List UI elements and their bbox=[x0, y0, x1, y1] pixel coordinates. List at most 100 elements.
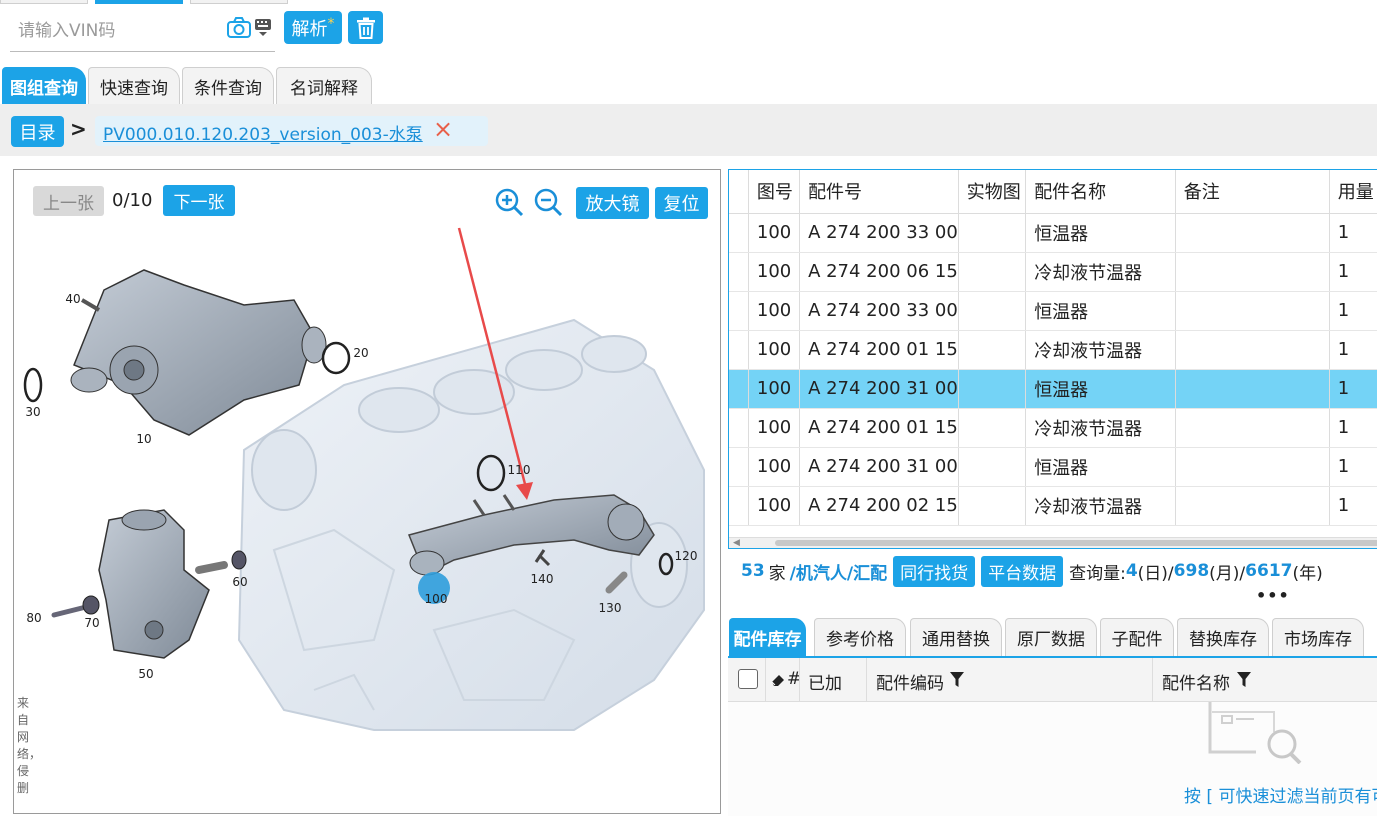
table-row[interactable]: 100 A 274 200 02 15 冷却液节温器 1 bbox=[729, 486, 1377, 526]
cell-part-no: A 274 200 01 15 bbox=[799, 408, 959, 448]
eraser-icon[interactable] bbox=[770, 672, 786, 688]
breadcrumb-close-icon[interactable]: × bbox=[433, 115, 453, 143]
col-part-name-inv[interactable]: 配件名称 bbox=[1162, 669, 1230, 694]
keyboard-icon[interactable] bbox=[254, 18, 272, 38]
row-index-cell bbox=[729, 408, 749, 448]
subtab-sub-parts[interactable]: 子配件 bbox=[1100, 618, 1174, 656]
parse-button[interactable]: 解析 * bbox=[284, 11, 342, 44]
cell-figure: 100 bbox=[748, 213, 801, 253]
table-row[interactable]: 100 A 274 200 33 00 恒温器 1 bbox=[729, 291, 1377, 331]
table-row[interactable]: 100 A 274 200 01 15 冷却液节温器 1 bbox=[729, 330, 1377, 370]
cell-photo bbox=[958, 330, 1027, 370]
row-index-cell bbox=[729, 291, 749, 331]
row-index-cell bbox=[729, 369, 749, 409]
callout-120: 120 bbox=[675, 549, 698, 563]
table-row[interactable]: 100 A 274 200 01 15 冷却液节温器 1 bbox=[729, 408, 1377, 448]
col-qty[interactable]: 用量 bbox=[1329, 170, 1377, 214]
query-year: 6617 bbox=[1245, 561, 1293, 581]
callout-30: 30 bbox=[25, 405, 40, 419]
breadcrumb-root-button[interactable]: 目录 bbox=[11, 116, 64, 147]
top-tab-2[interactable] bbox=[95, 0, 183, 4]
col-part-no[interactable]: 配件号 bbox=[799, 170, 959, 214]
watermark-side-text: 来自网络，侵删 bbox=[17, 696, 42, 795]
select-all-checkbox[interactable] bbox=[738, 669, 758, 689]
callout-60: 60 bbox=[232, 575, 247, 589]
cell-part-name: 冷却液节温器 bbox=[1025, 252, 1176, 292]
supplier-unit: 家 bbox=[768, 563, 786, 584]
subtab-oem-data[interactable]: 原厂数据 bbox=[1005, 618, 1097, 656]
subtab-reference-price[interactable]: 参考价格 bbox=[814, 618, 906, 656]
tab-condition-search[interactable]: 条件查询 bbox=[182, 67, 274, 104]
engine-parts-diagram[interactable]: 40 20 30 10 110 120 100 140 130 60 80 70… bbox=[14, 170, 721, 814]
tab-glossary[interactable]: 名词解释 bbox=[276, 67, 372, 104]
tab-quick-search[interactable]: 快速查询 bbox=[88, 67, 180, 104]
cell-part-no: A 274 200 31 00 bbox=[799, 447, 959, 487]
cell-photo bbox=[958, 486, 1027, 526]
cell-figure: 100 bbox=[748, 447, 801, 487]
filter-icon-name[interactable] bbox=[1237, 672, 1251, 688]
cell-photo bbox=[958, 447, 1027, 487]
table-horizontal-scrollbar[interactable]: ◀ bbox=[729, 537, 1377, 548]
tab-figure-group[interactable]: 图组查询 bbox=[2, 67, 86, 104]
peer-search-button[interactable]: 同行找货 bbox=[893, 555, 976, 587]
callout-40: 40 bbox=[65, 292, 80, 306]
platform-data-button[interactable]: 平台数据 bbox=[981, 555, 1064, 587]
parse-mark: * bbox=[327, 15, 335, 32]
col-part-name[interactable]: 配件名称 bbox=[1025, 170, 1176, 214]
cell-figure: 100 bbox=[748, 369, 801, 409]
subtab-replace-inventory[interactable]: 替换库存 bbox=[1177, 618, 1269, 656]
table-row[interactable]: 100 A 274 200 31 00 恒温器 1 bbox=[729, 447, 1377, 487]
query-day: 4 bbox=[1125, 561, 1138, 581]
callout-100: 100 bbox=[425, 592, 448, 606]
table-row[interactable]: 100 A 274 200 33 00 恒温器 1 bbox=[729, 213, 1377, 253]
query-day-unit: (日)/ bbox=[1137, 563, 1174, 584]
empty-data-icon bbox=[1208, 702, 1302, 764]
col-added[interactable]: 已加 bbox=[808, 669, 842, 694]
cell-note bbox=[1175, 486, 1330, 526]
col-photo[interactable]: 实物图 bbox=[958, 170, 1027, 214]
cell-part-name: 恒温器 bbox=[1025, 369, 1176, 409]
row-index-cell bbox=[729, 330, 749, 370]
subtab-market-inventory[interactable]: 市场库存 bbox=[1272, 618, 1364, 656]
camera-icon[interactable] bbox=[226, 16, 252, 40]
cell-figure: 100 bbox=[748, 486, 801, 526]
scrollbar-thumb[interactable] bbox=[775, 540, 1377, 546]
cell-note bbox=[1175, 213, 1330, 253]
callout-80: 80 bbox=[26, 611, 41, 625]
cell-part-no: A 274 200 33 00 bbox=[799, 213, 959, 253]
supplier-count: 53 bbox=[741, 561, 765, 581]
top-tab-3[interactable] bbox=[190, 0, 288, 4]
delete-button[interactable] bbox=[348, 11, 383, 44]
parts-table-panel: 图号 配件号 实物图 配件名称 备注 用量 100 A 274 200 33 00… bbox=[728, 169, 1377, 549]
col-part-code[interactable]: 配件编码 bbox=[876, 669, 944, 694]
supplier-sources[interactable]: /机汽人/汇配 bbox=[790, 559, 887, 584]
breadcrumb-current-link[interactable]: PV000.010.120.203_version_003-水泵 bbox=[103, 120, 423, 145]
filter-hint-text: 按 [ 可快速过滤当前页有可 bbox=[1184, 787, 1377, 807]
inventory-panel: # 已加 配件编码 配件名称 按 [ 可快速过滤当前页有可 bbox=[728, 656, 1377, 816]
scroll-left-icon[interactable]: ◀ bbox=[733, 538, 740, 548]
cell-figure: 100 bbox=[748, 252, 801, 292]
cell-qty: 1 bbox=[1329, 369, 1377, 409]
more-dots-icon[interactable]: ••• bbox=[1256, 586, 1290, 605]
cell-part-name: 恒温器 bbox=[1025, 291, 1176, 331]
table-row[interactable]: 100 A 274 200 06 15 冷却液节温器 1 bbox=[729, 252, 1377, 292]
cell-part-name: 恒温器 bbox=[1025, 447, 1176, 487]
cell-part-no: A 274 200 01 15 bbox=[799, 330, 959, 370]
cell-note bbox=[1175, 408, 1330, 448]
cell-part-name: 冷却液节温器 bbox=[1025, 486, 1176, 526]
cell-qty: 1 bbox=[1329, 252, 1377, 292]
callout-50: 50 bbox=[138, 667, 153, 681]
table-row[interactable]: 100 A 274 200 31 00 恒温器 1 bbox=[729, 369, 1377, 409]
col-note[interactable]: 备注 bbox=[1175, 170, 1330, 214]
cell-qty: 1 bbox=[1329, 330, 1377, 370]
top-tab-1[interactable] bbox=[0, 0, 88, 4]
cell-part-no: A 274 200 33 00 bbox=[799, 291, 959, 331]
callout-20: 20 bbox=[353, 346, 368, 360]
callout-70: 70 bbox=[84, 616, 99, 630]
subtab-generic-replace[interactable]: 通用替换 bbox=[910, 618, 1002, 656]
cell-photo bbox=[958, 252, 1027, 292]
col-figure[interactable]: 图号 bbox=[748, 170, 801, 214]
subtab-inventory[interactable]: 配件库存 bbox=[729, 618, 806, 656]
cell-qty: 1 bbox=[1329, 213, 1377, 253]
filter-icon-code[interactable] bbox=[950, 672, 964, 688]
